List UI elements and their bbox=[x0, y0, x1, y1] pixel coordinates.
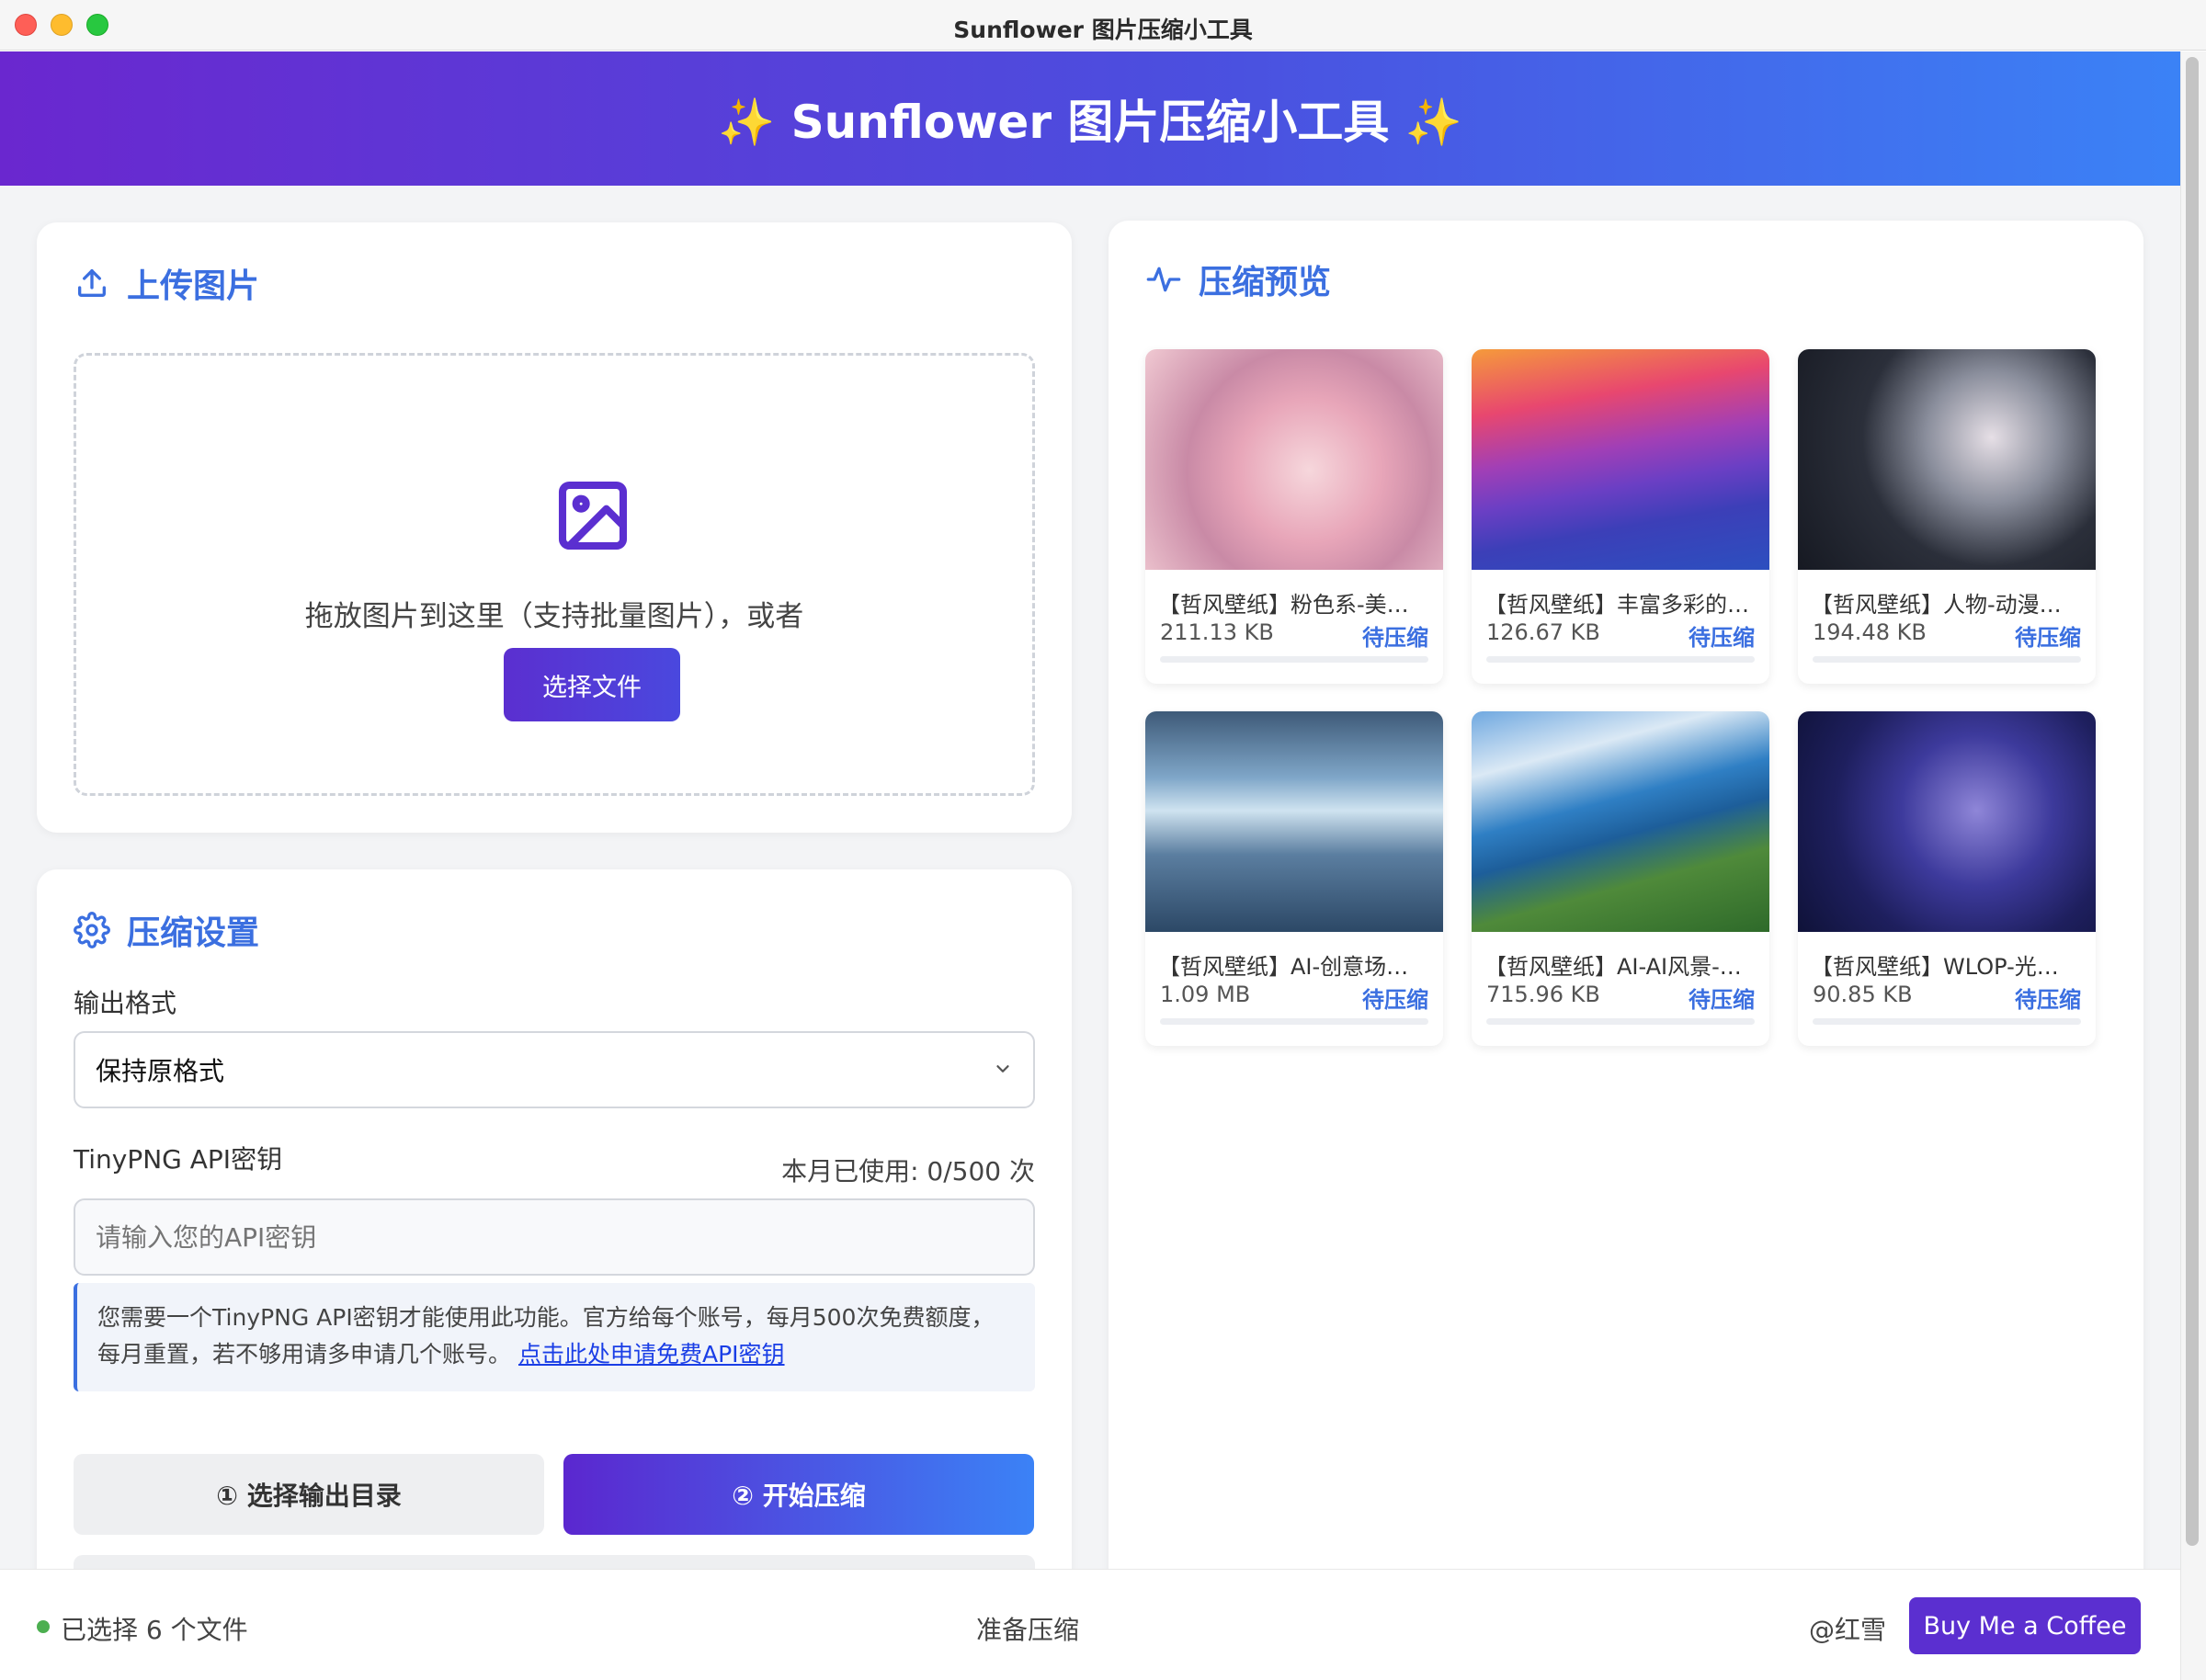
preview-item[interactable]: 【哲风壁纸】丰富多彩的… 126.67 KB 待压缩 bbox=[1472, 349, 1769, 684]
thumbnail-image bbox=[1145, 711, 1443, 932]
choose-file-button[interactable]: 选择文件 bbox=[504, 648, 680, 721]
upload-title: 上传图片 bbox=[74, 259, 259, 307]
progress-bar bbox=[1813, 656, 2081, 663]
app-title: ✨ Sunflower 图片压缩小工具 ✨ bbox=[717, 96, 1463, 149]
apply-api-key-link[interactable]: 点击此处申请免费API密钥 bbox=[518, 1341, 785, 1368]
main-content: 上传图片 拖放图片到这里（支持批量图片），或者 选择文件 压缩设置 输出格式 保… bbox=[0, 186, 2180, 1569]
file-size: 1.09 MB bbox=[1160, 982, 1251, 1007]
upload-title-label: 上传图片 bbox=[127, 267, 260, 305]
file-size: 194.48 KB bbox=[1813, 619, 1927, 645]
progress-bar bbox=[1813, 1018, 2081, 1025]
preview-card: 压缩预览 【哲风壁纸】粉色系-美… 211.13 KB 待压缩 【哲风壁纸】丰富… bbox=[1109, 221, 2143, 1569]
app-header: ✨ Sunflower 图片压缩小工具 ✨ bbox=[0, 51, 2180, 186]
file-size: 90.85 KB bbox=[1813, 982, 1913, 1007]
window-titlebar: Sunflower 图片压缩小工具 bbox=[0, 0, 2206, 51]
drop-zone[interactable]: 拖放图片到这里（支持批量图片），或者 选择文件 bbox=[74, 353, 1035, 796]
chevron-down-icon bbox=[996, 1065, 1009, 1073]
compress-state: 准备压缩 bbox=[976, 1615, 1080, 1645]
file-status: 待压缩 bbox=[1362, 625, 1428, 651]
thumbnail-image bbox=[1145, 349, 1443, 570]
thumbnail-image bbox=[1798, 349, 2096, 570]
api-notice: 您需要一个TinyPNG API密钥才能使用此功能。官方给每个账号，每月500次… bbox=[74, 1283, 1035, 1391]
thumbnail-image bbox=[1798, 711, 2096, 932]
format-label: 输出格式 bbox=[74, 988, 177, 1018]
buy-me-a-coffee-button[interactable]: Buy Me a Coffee bbox=[1909, 1597, 2141, 1654]
format-select-value: 保持原格式 bbox=[96, 1056, 225, 1086]
api-key-label: TinyPNG API密钥 bbox=[74, 1144, 283, 1175]
thumbnail-image bbox=[1472, 711, 1769, 932]
file-size: 211.13 KB bbox=[1160, 619, 1274, 645]
status-dot bbox=[37, 1620, 50, 1633]
preview-item[interactable]: 【哲风壁纸】粉色系-美… 211.13 KB 待压缩 bbox=[1145, 349, 1443, 684]
settings-title-label: 压缩设置 bbox=[127, 914, 260, 952]
image-icon bbox=[558, 481, 628, 551]
upload-card: 上传图片 拖放图片到这里（支持批量图片），或者 选择文件 bbox=[37, 222, 1072, 833]
file-size: 126.67 KB bbox=[1486, 619, 1600, 645]
preview-item[interactable]: 【哲风壁纸】人物-动漫… 194.48 KB 待压缩 bbox=[1798, 349, 2096, 684]
format-select[interactable]: 保持原格式 bbox=[74, 1031, 1035, 1108]
file-name: 【哲风壁纸】WLOP-光… bbox=[1811, 954, 2059, 980]
file-name: 【哲风壁纸】粉色系-美… bbox=[1158, 592, 1409, 618]
scrollbar-thumb[interactable] bbox=[2186, 57, 2199, 1546]
file-status: 待压缩 bbox=[1362, 987, 1428, 1013]
settings-title: 压缩设置 bbox=[74, 906, 259, 954]
upload-icon bbox=[78, 269, 107, 297]
progress-bar bbox=[1486, 1018, 1755, 1025]
file-status: 待压缩 bbox=[1689, 625, 1755, 651]
progress-bar bbox=[1486, 656, 1755, 663]
preview-title: 压缩预览 bbox=[1145, 255, 1331, 303]
file-name: 【哲风壁纸】AI-创意场… bbox=[1158, 954, 1409, 980]
activity-icon bbox=[1146, 267, 1181, 292]
preview-item[interactable]: 【哲风壁纸】WLOP-光… 90.85 KB 待压缩 bbox=[1798, 711, 2096, 1046]
drop-hint-text: 拖放图片到这里（支持批量图片），或者 bbox=[304, 600, 804, 633]
window-title: Sunflower 图片压缩小工具 bbox=[953, 17, 1253, 43]
file-size: 715.96 KB bbox=[1486, 982, 1600, 1007]
file-status: 待压缩 bbox=[1689, 987, 1755, 1013]
file-name: 【哲风壁纸】丰富多彩的… bbox=[1484, 592, 1749, 618]
file-status: 待压缩 bbox=[2015, 625, 2081, 651]
preview-item[interactable]: 【哲风壁纸】AI-创意场… 1.09 MB 待压缩 bbox=[1145, 711, 1443, 1046]
progress-bar bbox=[1160, 656, 1428, 663]
preview-item[interactable]: 【哲风壁纸】AI-AI风景-… 715.96 KB 待压缩 bbox=[1472, 711, 1769, 1046]
file-name: 【哲风壁纸】AI-AI风景-… bbox=[1484, 954, 1742, 980]
usage-counter: 本月已使用: 0/500 次 bbox=[781, 1156, 1035, 1186]
selected-files-count: 已选择 6 个文件 bbox=[61, 1615, 248, 1645]
author-label: @红雪 bbox=[1809, 1615, 1887, 1645]
preview-title-label: 压缩预览 bbox=[1199, 264, 1332, 301]
gear-icon bbox=[74, 912, 110, 948]
status-bar: 已选择 6 个文件 准备压缩 @红雪 Buy Me a Coffee bbox=[0, 1569, 2180, 1680]
file-name: 【哲风壁纸】人物-动漫… bbox=[1811, 592, 2062, 618]
file-status: 待压缩 bbox=[2015, 987, 2081, 1013]
start-compress-button[interactable]: ② 开始压缩 bbox=[563, 1454, 1034, 1535]
thumbnail-image bbox=[1472, 349, 1769, 570]
progress-bar bbox=[1160, 1018, 1428, 1025]
select-output-dir-button[interactable]: ① 选择输出目录 bbox=[74, 1454, 544, 1535]
api-key-input[interactable] bbox=[74, 1198, 1035, 1276]
